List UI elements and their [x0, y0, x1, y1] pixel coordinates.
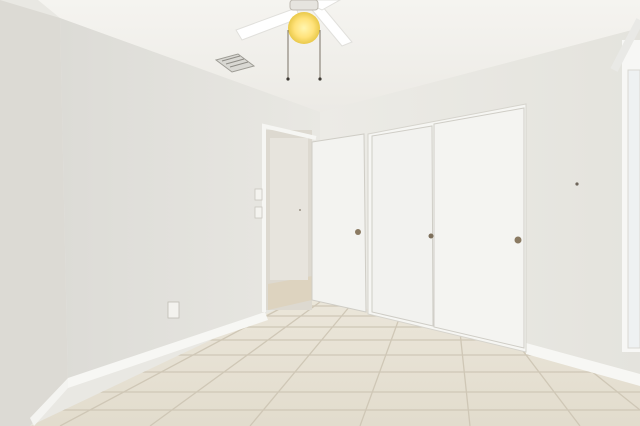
- fan-motor-housing: [289, 0, 319, 11]
- closet-door-pull-left[interactable]: [428, 233, 434, 239]
- room-illustration: [0, 0, 640, 426]
- open-hallway-door[interactable]: [311, 133, 367, 313]
- pull-chain-left-end: [286, 77, 290, 81]
- closet-door-left[interactable]: [371, 125, 434, 327]
- light-switch-lower[interactable]: [254, 206, 263, 219]
- wall-outlet: [167, 301, 180, 319]
- light-switch-upper[interactable]: [254, 188, 263, 201]
- door-knob[interactable]: [355, 229, 361, 235]
- room-photo: [0, 0, 640, 426]
- hallway-back-wall: [270, 138, 308, 280]
- window-glass: [627, 69, 640, 349]
- fan-light-globe[interactable]: [288, 12, 320, 44]
- pull-chain-right-end: [318, 77, 322, 81]
- wall-mark: [299, 209, 301, 211]
- closet-door-pull-right[interactable]: [514, 236, 522, 244]
- wall-mark: [575, 182, 579, 186]
- closet-door-right[interactable]: [433, 107, 525, 349]
- left-corner-wall: [0, 0, 68, 426]
